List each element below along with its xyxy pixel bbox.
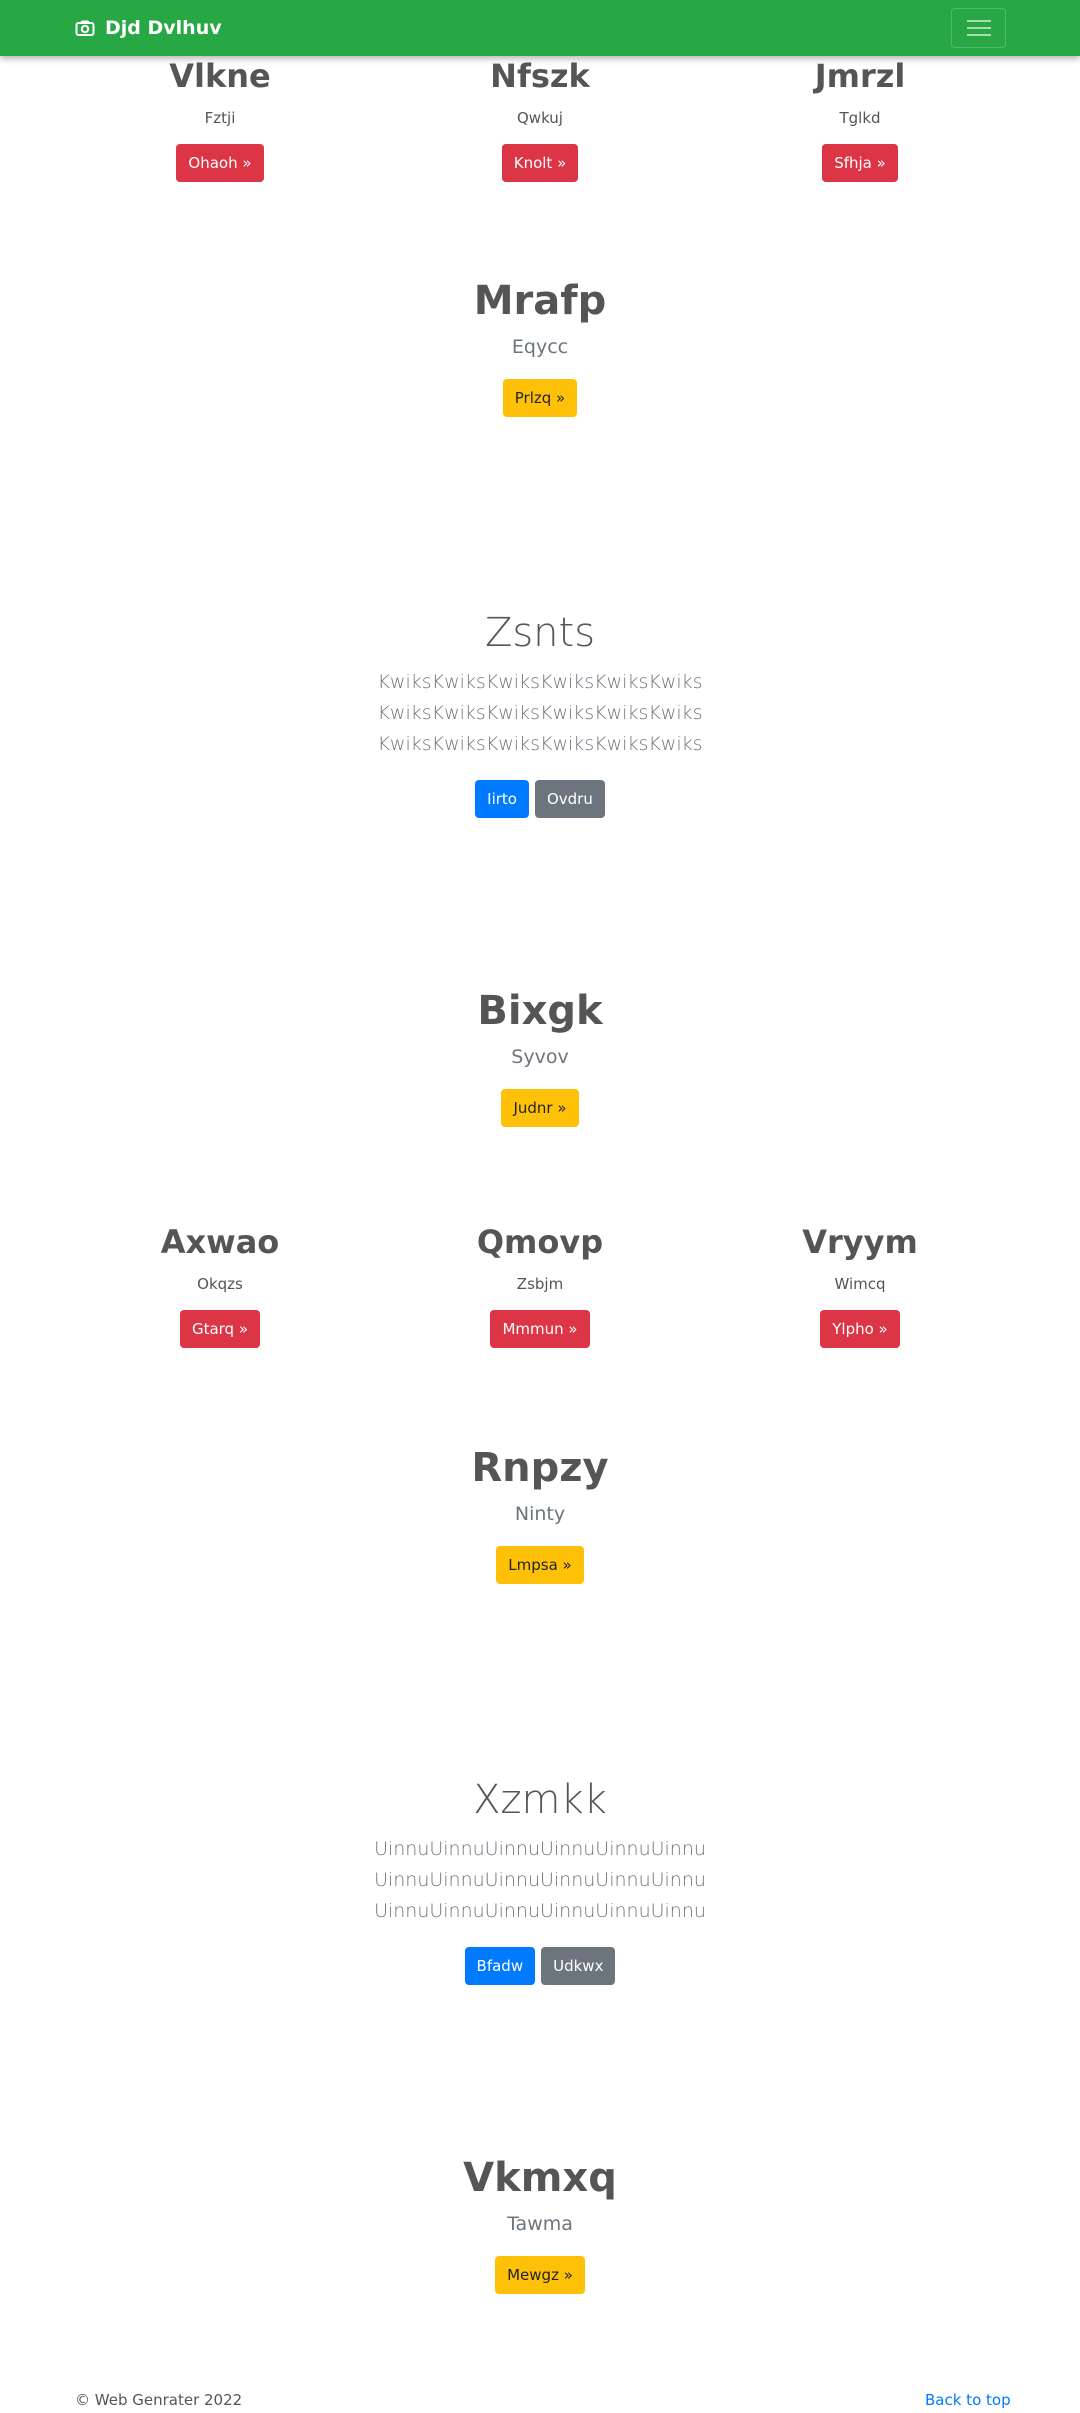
feature-button[interactable]: Judnr » — [501, 1089, 579, 1127]
primary-button[interactable]: Bfadw — [464, 1947, 536, 1985]
column-button[interactable]: Ylpho » — [820, 1310, 900, 1348]
lead-text: KwiksKwiksKwiksKwiksKwiksKwiks KwiksKwik… — [377, 671, 703, 755]
row2-col-3: Vryym Wimcq Ylpho » — [710, 1222, 1010, 1348]
hamburger-icon — [966, 20, 991, 36]
back-to-top-link[interactable]: Back to top — [925, 2391, 1011, 2409]
navbar: Djd Dvlhuv — [0, 0, 1080, 56]
column-subtitle: Zsbjm — [516, 1275, 564, 1293]
feature-section-3: Rnpzy Ninty Lmpsa » — [0, 1444, 1080, 1584]
column-heading: Vryym — [802, 1223, 918, 1261]
brand-link[interactable]: Djd Dvlhuv — [75, 0, 222, 56]
column-subtitle: Wimcq — [834, 1275, 886, 1293]
row1-col-1: Vlkne Fztji Ohaoh » — [70, 56, 370, 182]
navbar-toggler-button[interactable] — [951, 8, 1006, 48]
row1-col-3: Jmrzl Tglkd Sfhja » — [710, 56, 1010, 182]
footer-copyright: © Web Genrater 2022 — [75, 2391, 243, 2409]
feature-section-4: Vkmxq Tawma Mewgz » — [0, 2154, 1080, 2294]
column-button[interactable]: Ohaoh » — [176, 144, 264, 182]
feature-heading: Bixgk — [477, 988, 603, 1034]
column-button[interactable]: Sfhja » — [822, 144, 898, 182]
feature-heading: Vkmxq — [463, 2155, 617, 2201]
lead-heading: Zsnts — [484, 610, 596, 656]
column-subtitle: Okqzs — [197, 1275, 243, 1293]
lead-section-2: Xzmkk UinnuUinnuUinnuUinnuUinnuUinnu Uin… — [0, 1776, 1080, 1985]
feature-subtitle: Eqycc — [511, 336, 569, 358]
feature-section-1: Mrafp Eqycc Prlzq » — [0, 277, 1080, 417]
feature-subtitle: Syvov — [511, 1046, 569, 1068]
row1-col-2: Nfszk Qwkuj Knolt » — [390, 56, 690, 182]
feature-button[interactable]: Mewgz » — [495, 2256, 585, 2294]
column-button[interactable]: Gtarq » — [179, 1310, 261, 1348]
brand-name: Djd Dvlhuv — [105, 17, 222, 39]
column-heading: Jmrzl — [814, 57, 906, 95]
feature-subtitle: Ninty — [514, 1503, 566, 1525]
column-heading: Axwao — [160, 1223, 280, 1261]
row2-col-1: Axwao Okqzs Gtarq » — [70, 1222, 370, 1348]
feature-button[interactable]: Lmpsa » — [496, 1546, 584, 1584]
lead-text: UinnuUinnuUinnuUinnuUinnuUinnu UinnuUinn… — [374, 1838, 706, 1922]
lead-section-1: Zsnts KwiksKwiksKwiksKwiksKwiksKwiks Kwi… — [0, 609, 1080, 818]
feature-section-2: Bixgk Syvov Judnr » — [0, 987, 1080, 1127]
secondary-button[interactable]: Udkwx — [541, 1947, 616, 1985]
feature-heading: Mrafp — [473, 278, 607, 324]
feature-button[interactable]: Prlzq » — [502, 379, 578, 417]
column-heading: Nfszk — [490, 57, 590, 95]
feature-heading: Rnpzy — [471, 1445, 609, 1491]
column-subtitle: Tglkd — [839, 109, 881, 127]
primary-button[interactable]: Iirto — [475, 780, 529, 818]
column-heading: Vlkne — [169, 57, 271, 95]
column-subtitle: Fztji — [204, 109, 236, 127]
row2-col-2: Qmovp Zsbjm Mmmun » — [390, 1222, 690, 1348]
column-subtitle: Qwkuj — [517, 109, 563, 127]
camera-icon — [75, 20, 95, 36]
column-button[interactable]: Knolt » — [501, 144, 579, 182]
column-button[interactable]: Mmmun » — [490, 1310, 590, 1348]
feature-subtitle: Tawma — [507, 2213, 573, 2235]
secondary-button[interactable]: Ovdru — [534, 780, 605, 818]
column-heading: Qmovp — [476, 1223, 604, 1261]
lead-heading: Xzmkk — [473, 1777, 607, 1823]
